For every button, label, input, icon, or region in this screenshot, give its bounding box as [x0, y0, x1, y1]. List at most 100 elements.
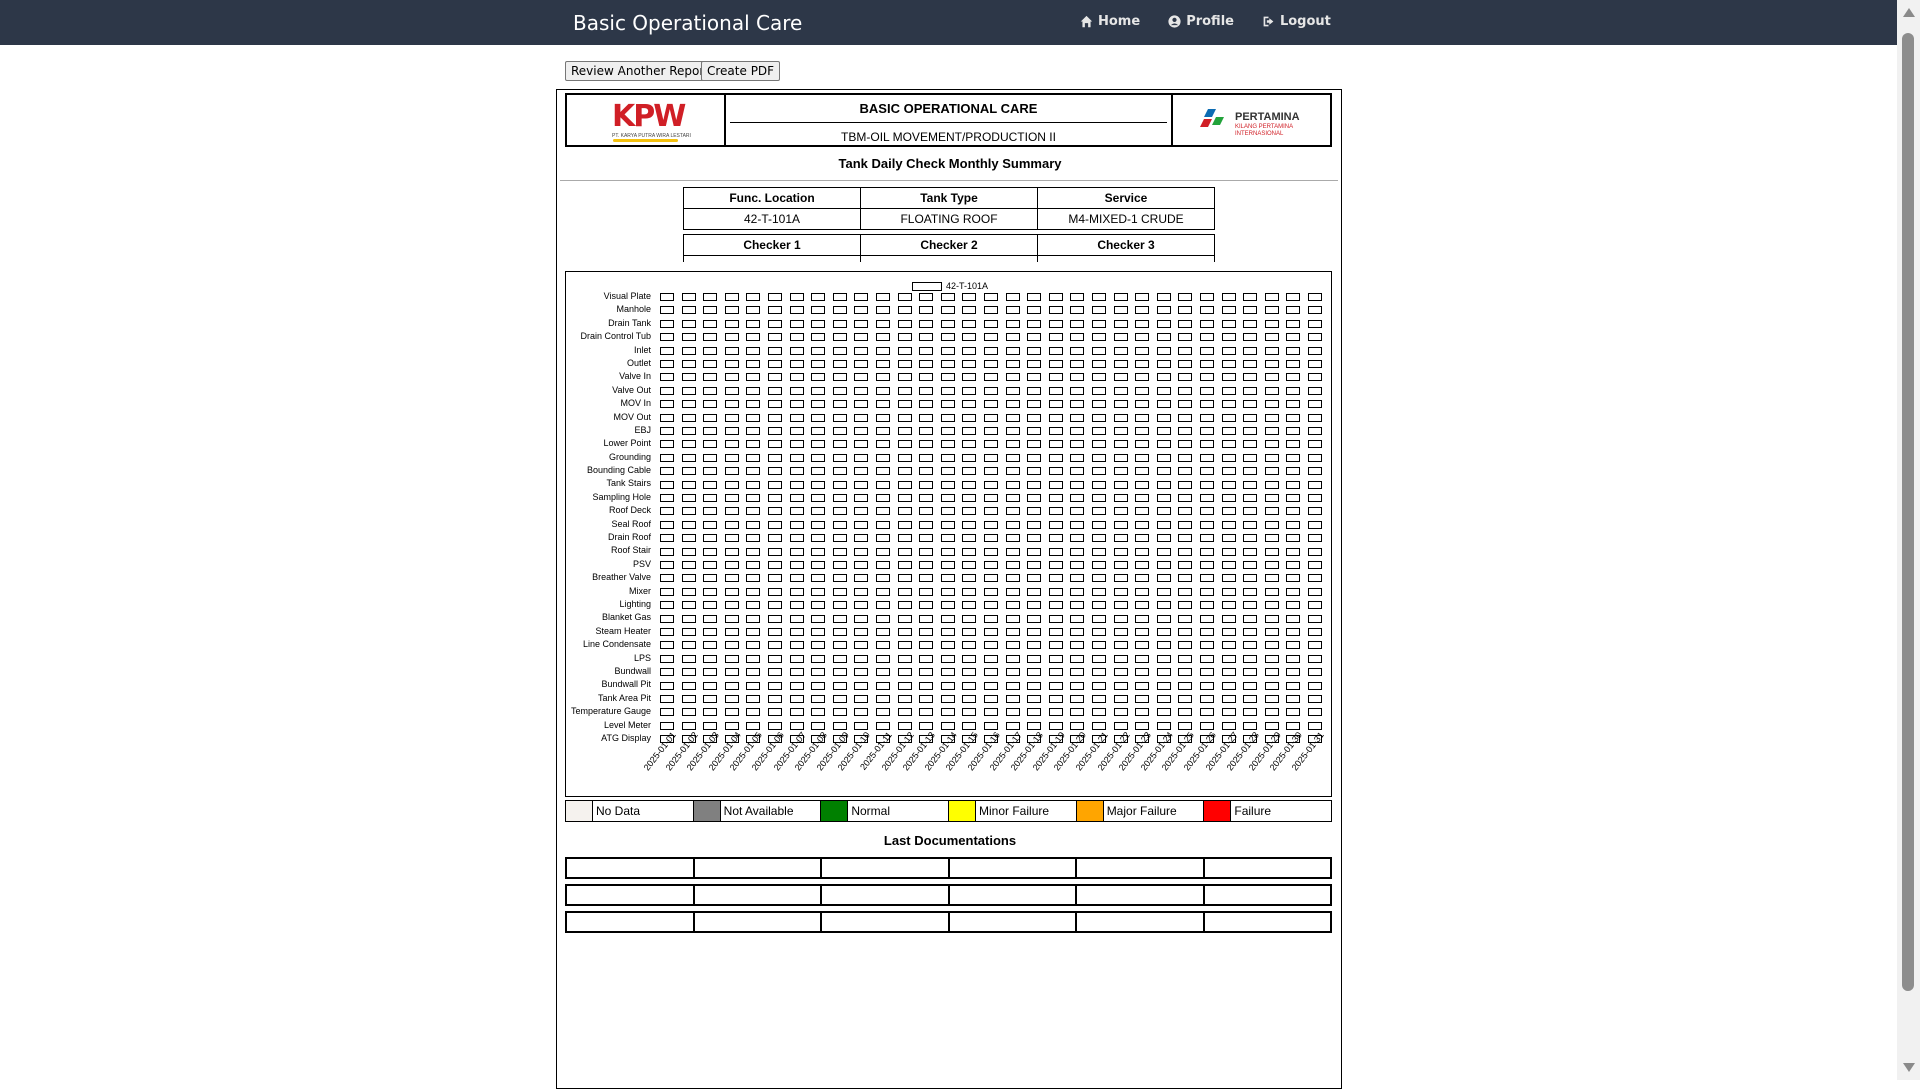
- matrix-row-label: Inlet: [633, 344, 651, 355]
- matrix-cell: [703, 413, 718, 422]
- matrix-cell: [854, 654, 869, 663]
- matrix-cell: [854, 561, 869, 569]
- matrix-cell: [897, 681, 912, 690]
- matrix-cell: [1178, 520, 1193, 529]
- matrix-cell: [854, 668, 869, 677]
- matrix-cell: [746, 614, 761, 623]
- matrix-cell: [1027, 695, 1042, 703]
- matrix-cell: [1264, 494, 1279, 502]
- matrix-cell: [1005, 628, 1020, 636]
- matrix-cell: [811, 400, 826, 409]
- matrix-cell: [919, 614, 934, 623]
- scroll-up-arrow-icon[interactable]: [1903, 8, 1915, 17]
- matrix-row-label: Bundwall Pit: [601, 679, 651, 690]
- matrix-cell: [1113, 601, 1128, 610]
- matrix-row-label: Manhole: [616, 304, 651, 315]
- matrix-cell: [1308, 494, 1322, 502]
- matrix-cell: [984, 601, 998, 610]
- matrix-cell: [854, 547, 869, 556]
- matrix-cell: [768, 319, 782, 328]
- matrix-cell: [832, 708, 847, 717]
- matrix-cell: [789, 413, 804, 422]
- matrix-cell: [876, 614, 890, 623]
- matrix-cell: [703, 427, 718, 435]
- matrix-cell: [1308, 587, 1322, 596]
- matrix-row-label: Roof Deck: [608, 505, 651, 516]
- matrix-cell: [789, 360, 804, 368]
- matrix-cell: [1243, 507, 1258, 516]
- matrix-cell: [811, 681, 826, 690]
- matrix-cell: [1027, 681, 1042, 690]
- matrix-cell: [962, 520, 977, 529]
- matrix-cell: [660, 373, 674, 382]
- matrix-cell: [703, 708, 718, 717]
- matrix-cell: [1070, 373, 1085, 382]
- matrix-cell: [703, 587, 718, 596]
- create-pdf-button[interactable]: Create PDF: [701, 61, 781, 81]
- matrix-cell: [1135, 601, 1150, 610]
- title-divider: [560, 180, 1338, 181]
- nav-home-link[interactable]: Home: [1080, 14, 1140, 29]
- matrix-cell: [681, 333, 696, 342]
- matrix-cell: [660, 293, 674, 301]
- status-legend: No Data Not Available Normal Minor Failure M…: [565, 800, 1332, 822]
- matrix-cell: [660, 641, 674, 650]
- matrix-cell: [876, 293, 890, 301]
- matrix-cell: [768, 601, 782, 610]
- matrix-cell: [1264, 574, 1279, 583]
- matrix-cell: [1178, 681, 1193, 690]
- matrix-cell: [854, 427, 869, 435]
- matrix-cell: [832, 346, 847, 355]
- matrix-cell: [876, 494, 890, 502]
- scroll-thumb[interactable]: [1902, 33, 1914, 991]
- matrix-cell: [789, 453, 804, 462]
- scroll-down-arrow-icon[interactable]: [1903, 1063, 1915, 1072]
- matrix-cell: [1048, 306, 1063, 315]
- matrix-cell: [1156, 708, 1171, 717]
- matrix-cell: [1286, 360, 1301, 368]
- matrix-cell: [746, 293, 761, 301]
- matrix-cell: [1221, 346, 1236, 355]
- matrix-cell: [746, 601, 761, 610]
- matrix-row-label: Tank Stairs: [606, 478, 651, 489]
- matrix-cell: [1135, 668, 1150, 677]
- matrix-cell: [919, 346, 934, 355]
- matrix-cell: [962, 601, 977, 610]
- matrix-cell: [660, 507, 674, 516]
- matrix-cell: [1200, 641, 1214, 650]
- matrix-row-label: Lower Point: [603, 438, 651, 449]
- matrix-cell: [768, 453, 782, 462]
- nav-logout-link[interactable]: Logout: [1262, 14, 1331, 29]
- matrix-cell: [876, 695, 890, 703]
- matrix-cell: [919, 641, 934, 650]
- nav-profile-link[interactable]: Profile: [1168, 14, 1234, 29]
- matrix-cell: [724, 654, 739, 663]
- documentation-cell: [1077, 859, 1205, 877]
- matrix-cell: [681, 413, 696, 422]
- matrix-cell: [660, 480, 674, 489]
- matrix-cell: [724, 614, 739, 623]
- matrix-cell: [681, 386, 696, 395]
- matrix-cell: [789, 587, 804, 596]
- matrix-cell: [897, 708, 912, 717]
- matrix-cell: [660, 440, 674, 449]
- matrix-cell: [1113, 641, 1128, 650]
- matrix-cell: [1200, 668, 1214, 677]
- matrix-legend: 42-T-101A: [912, 281, 988, 291]
- review-another-report-button[interactable]: Review Another Report: [565, 61, 716, 81]
- matrix-cell: [1135, 400, 1150, 409]
- matrix-cell: [940, 561, 955, 569]
- matrix-cell: [1135, 721, 1150, 730]
- matrix-cell: [768, 467, 782, 476]
- matrix-cell: [897, 628, 912, 636]
- matrix-cell: [724, 386, 739, 395]
- matrix-cell: [1264, 293, 1279, 301]
- matrix-cell: [681, 306, 696, 315]
- matrix-cell: [897, 494, 912, 502]
- app-title[interactable]: Basic Operational Care: [573, 11, 802, 35]
- vertical-scrollbar[interactable]: [1897, 0, 1920, 1080]
- matrix-cell: [1221, 681, 1236, 690]
- matrix-cell: [1070, 467, 1085, 476]
- matrix-cell: [1113, 681, 1128, 690]
- matrix-cell: [1005, 453, 1020, 462]
